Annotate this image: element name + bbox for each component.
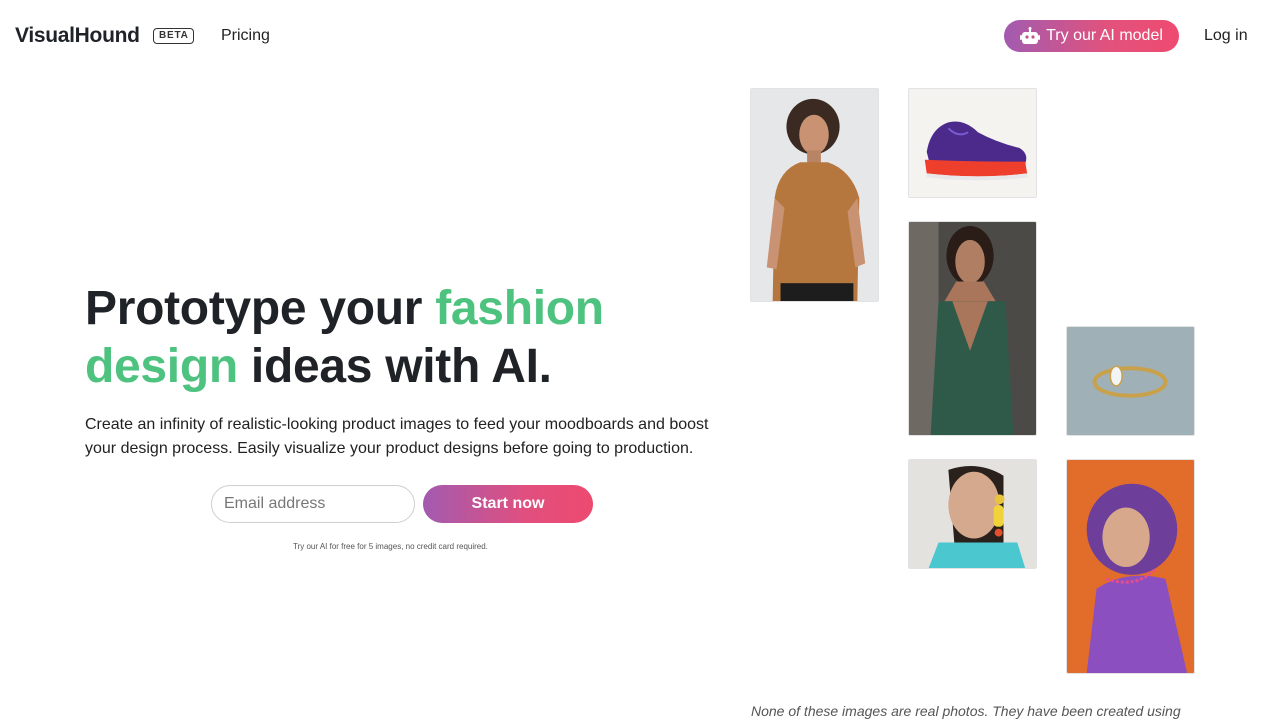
gallery-caption: None of these images are real photos. Th… [751, 703, 1181, 719]
nav-link-pricing[interactable]: Pricing [221, 27, 270, 45]
try-ai-model-button[interactable]: Try our AI model [1004, 20, 1179, 52]
email-input[interactable] [211, 485, 415, 523]
gold-ring-image [1066, 326, 1195, 436]
headline-accent-design: design [85, 340, 238, 393]
fine-print: Try our AI for free for 5 images, no cre… [293, 542, 488, 551]
hero-subtext: Create an infinity of realistic-looking … [85, 416, 709, 457]
try-ai-model-label: Try our AI model [1046, 27, 1163, 44]
headline-accent-fashion: fashion [435, 282, 604, 335]
site-header: VisualHound BETA Pricing Try our AI mode… [0, 0, 1280, 72]
woman-purple-hair-image [1066, 459, 1195, 674]
woman-green-dress-image [908, 221, 1037, 436]
robot-icon [1020, 27, 1041, 45]
start-now-button[interactable]: Start now [423, 485, 593, 523]
sneaker-image [908, 88, 1037, 198]
headline-part2: ideas with AI. [237, 340, 552, 393]
man-orange-tshirt-image [750, 88, 879, 302]
logo[interactable]: VisualHound [15, 24, 140, 48]
beta-badge: BETA [153, 28, 194, 44]
hero-headline: Prototype your fashion design ideas with … [85, 280, 725, 396]
woman-earring-image [908, 459, 1037, 569]
login-link[interactable]: Log in [1204, 27, 1248, 45]
headline-part1: Prototype your [85, 282, 436, 335]
